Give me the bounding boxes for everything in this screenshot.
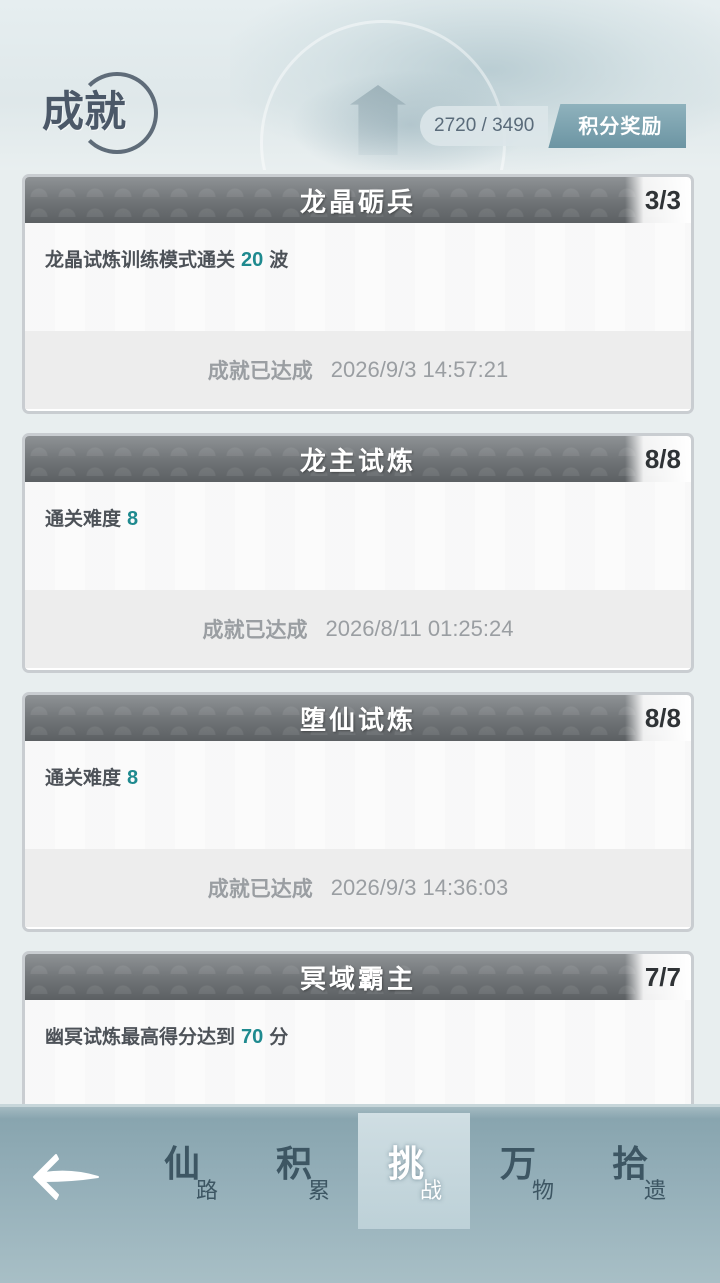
nav-tab-main-char: 挑 <box>388 1143 425 1185</box>
back-arrow-icon <box>33 1154 99 1200</box>
nav-tab-main-char: 拾 <box>612 1143 649 1185</box>
achievement-card-header: 龙主试炼 8/8 <box>25 436 691 482</box>
achievement-status: 成就已达成 <box>202 618 308 642</box>
achievement-status: 成就已达成 <box>207 877 313 901</box>
description-text: 通关难度 <box>45 767 122 789</box>
achievement-footer: 成就已达成 2026/8/11 01:25:24 <box>25 590 691 668</box>
achievement-card: 堕仙试炼 8/8 通关难度 8 成就已达成 2026/9/3 14:36:03 <box>22 692 694 932</box>
nav-tab-sub-char: 路 <box>196 1179 219 1204</box>
back-button[interactable] <box>28 1147 108 1207</box>
nav-tab-jilei[interactable]: 积 累 <box>246 1113 358 1233</box>
achievement-name: 龙主试炼 <box>299 446 416 477</box>
points-count: 2720 / 3490 <box>420 106 549 146</box>
achievement-footer: 成就已达成 2026/9/3 14:36:03 <box>25 849 691 927</box>
description-text: 幽冥试炼最高得分达到 <box>45 1026 236 1048</box>
achievement-card-header: 堕仙试炼 8/8 <box>25 695 691 741</box>
achievement-card-header: 龙晶砺兵 3/3 <box>25 177 691 223</box>
points-bar: 2720 / 3490 积分奖励 <box>420 104 687 148</box>
description-text: 通关难度 <box>45 508 122 530</box>
achievement-footer: 成就已达成 2026/9/3 14:57:21 <box>25 331 691 409</box>
achievement-card: 龙主试炼 8/8 通关难度 8 成就已达成 2026/8/11 01:25:24 <box>22 433 694 673</box>
bottom-nav: 仙 路 积 累 挑 战 万 物 拾 遗 <box>0 1104 720 1283</box>
achievement-description: 龙晶试炼训练模式通关 20 波 <box>25 223 691 331</box>
achievement-name: 龙晶砺兵 <box>299 187 416 218</box>
achievement-progress: 8/8 <box>624 436 691 482</box>
page-title: 成就 <box>40 62 160 158</box>
achievement-card: 龙晶砺兵 3/3 龙晶试炼训练模式通关 20 波 成就已达成 2026/9/3 14… <box>22 174 694 414</box>
description-value: 8 <box>127 508 139 530</box>
achievement-progress: 8/8 <box>624 695 691 741</box>
achievement-description: 幽冥试炼最高得分达到 70 分 <box>25 1000 691 1108</box>
achievement-description: 通关难度 8 <box>25 482 691 590</box>
achievement-time: 2026/9/3 14:36:03 <box>330 875 509 900</box>
nav-tab-tiaozhan[interactable]: 挑 战 <box>358 1113 470 1229</box>
nav-tab-shiyi[interactable]: 拾 遗 <box>582 1113 694 1233</box>
nav-tab-main-char: 万 <box>500 1143 537 1185</box>
achievement-time: 2026/8/11 01:25:24 <box>325 616 514 641</box>
nav-tab-sub-char: 战 <box>420 1179 443 1204</box>
achievement-list[interactable]: 龙晶砺兵 3/3 龙晶试炼训练模式通关 20 波 成就已达成 2026/9/3 14… <box>22 174 698 1210</box>
achievement-time: 2026/9/3 14:57:21 <box>330 357 509 382</box>
points-reward-button[interactable]: 积分奖励 <box>548 104 687 148</box>
description-value: 8 <box>127 767 139 789</box>
nav-tab-sub-char: 物 <box>532 1179 555 1204</box>
nav-tab-main-char: 积 <box>276 1143 313 1185</box>
nav-tab-sub-char: 累 <box>308 1179 331 1204</box>
achievement-card-header: 冥域霸主 7/7 <box>25 954 691 1000</box>
description-value: 20 <box>241 249 264 271</box>
achievement-progress: 3/3 <box>624 177 691 223</box>
achievement-status: 成就已达成 <box>207 359 313 383</box>
page-title-text: 成就 <box>42 87 127 136</box>
nav-tab-xianlu[interactable]: 仙 路 <box>134 1113 246 1233</box>
achievement-description: 通关难度 8 <box>25 741 691 849</box>
description-suffix: 波 <box>269 249 289 271</box>
description-suffix: 分 <box>269 1026 289 1048</box>
nav-tab-sub-char: 遗 <box>644 1179 667 1204</box>
achievement-name: 堕仙试炼 <box>299 705 416 736</box>
nav-tab-wanwu[interactable]: 万 物 <box>470 1113 582 1233</box>
achievement-progress: 7/7 <box>624 954 691 1000</box>
nav-tab-main-char: 仙 <box>164 1143 201 1185</box>
achievement-name: 冥域霸主 <box>299 964 416 995</box>
description-value: 70 <box>241 1026 264 1048</box>
description-text: 龙晶试炼训练模式通关 <box>45 249 236 271</box>
